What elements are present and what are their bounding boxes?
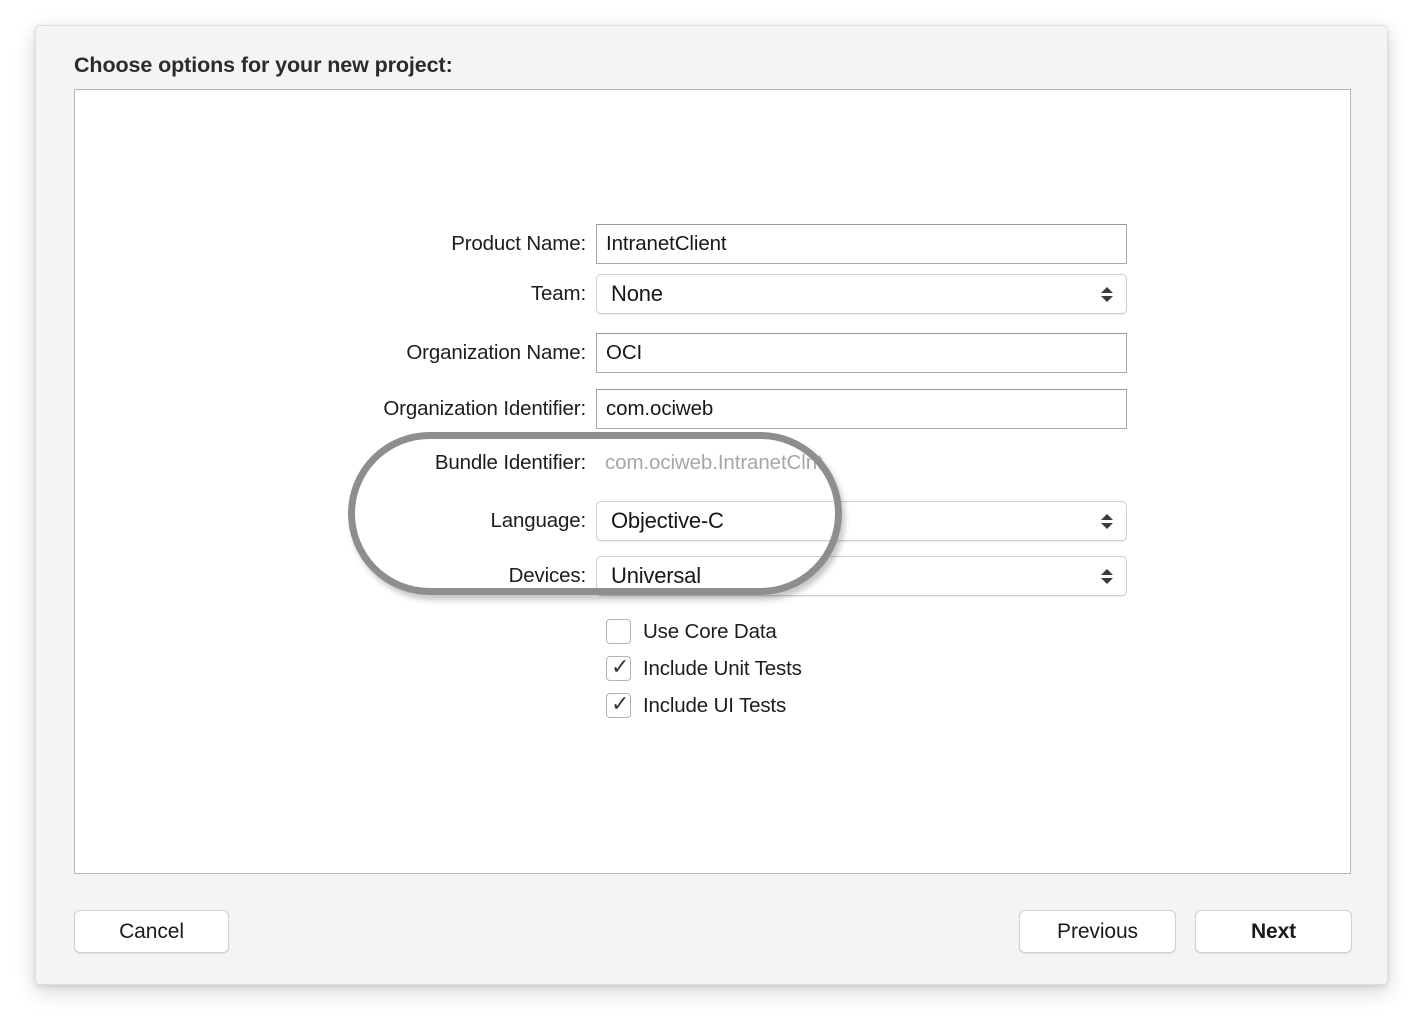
- checkbox-include-ui-tests[interactable]: ✓: [606, 692, 631, 718]
- field-label-product-name: Product Name:: [451, 232, 586, 255]
- field-label-team: Team:: [530, 282, 586, 305]
- field-label-bundle-identifier: Bundle Identifier:: [434, 451, 586, 474]
- page-title: Choose options for your new project:: [74, 53, 453, 77]
- checkbox-include-unit-tests[interactable]: ✓: [606, 655, 631, 681]
- next-button[interactable]: Next: [1195, 910, 1352, 953]
- field-label-organization-identifier: Organization Identifier:: [383, 397, 586, 420]
- checkbox-row-use-core-data[interactable]: Use Core Data: [606, 613, 777, 650]
- new-project-options-dialog: Choose options for your new project: Pro…: [35, 25, 1388, 985]
- next-button-label: Next: [1250, 919, 1297, 943]
- bundle-identifier-value: com.ociweb.IntranetClnt: [605, 451, 823, 474]
- cancel-button[interactable]: Cancel: [74, 910, 229, 953]
- stepper-chevrons-icon: [1100, 281, 1114, 307]
- team-popup-button[interactable]: None: [596, 274, 1127, 314]
- previous-button-label: Previous: [1057, 919, 1138, 943]
- field-row-devices: Devices: Universal: [75, 556, 1350, 596]
- field-label-language: Language:: [490, 509, 586, 532]
- checkbox-use-core-data[interactable]: [606, 619, 631, 644]
- field-row-language: Language: Objective-C: [75, 501, 1350, 541]
- devices-popup-value: Universal: [611, 563, 701, 588]
- checkbox-label-use-core-data: Use Core Data: [643, 619, 777, 643]
- product-name-input[interactable]: IntranetClient: [596, 224, 1127, 264]
- field-row-bundle-identifier: Bundle Identifier: com.ociweb.IntranetCl…: [75, 443, 1350, 483]
- team-popup-value: None: [611, 281, 663, 306]
- organization-identifier-input[interactable]: com.ociweb: [596, 389, 1127, 429]
- field-row-organization-identifier: Organization Identifier: com.ociweb: [75, 389, 1350, 429]
- checkbox-row-include-unit-tests[interactable]: ✓ Include Unit Tests: [606, 650, 802, 687]
- field-row-product-name: Product Name: IntranetClient: [75, 224, 1350, 264]
- field-row-organization-name: Organization Name: OCI: [75, 333, 1350, 373]
- stepper-chevrons-icon: [1100, 508, 1114, 534]
- checkmark-icon: ✓: [611, 655, 630, 680]
- field-row-team: Team: None: [75, 274, 1350, 314]
- checkbox-row-include-ui-tests[interactable]: ✓ Include UI Tests: [606, 687, 786, 724]
- screenshot-root: Choose options for your new project: Pro…: [0, 0, 1424, 1032]
- options-content-pane: Product Name: IntranetClient Team: None: [74, 89, 1351, 874]
- previous-button[interactable]: Previous: [1019, 910, 1176, 953]
- organization-name-input[interactable]: OCI: [596, 333, 1127, 373]
- field-label-organization-name: Organization Name:: [406, 341, 586, 364]
- devices-popup-button[interactable]: Universal: [596, 556, 1127, 596]
- stepper-chevrons-icon: [1100, 563, 1114, 589]
- language-popup-value: Objective-C: [611, 508, 724, 533]
- checkmark-icon: ✓: [611, 692, 630, 717]
- checkbox-label-include-unit-tests: Include Unit Tests: [643, 656, 802, 680]
- field-label-devices: Devices:: [508, 564, 587, 587]
- language-popup-button[interactable]: Objective-C: [596, 501, 1127, 541]
- checkbox-label-include-ui-tests: Include UI Tests: [643, 693, 787, 717]
- cancel-button-label: Cancel: [119, 919, 184, 943]
